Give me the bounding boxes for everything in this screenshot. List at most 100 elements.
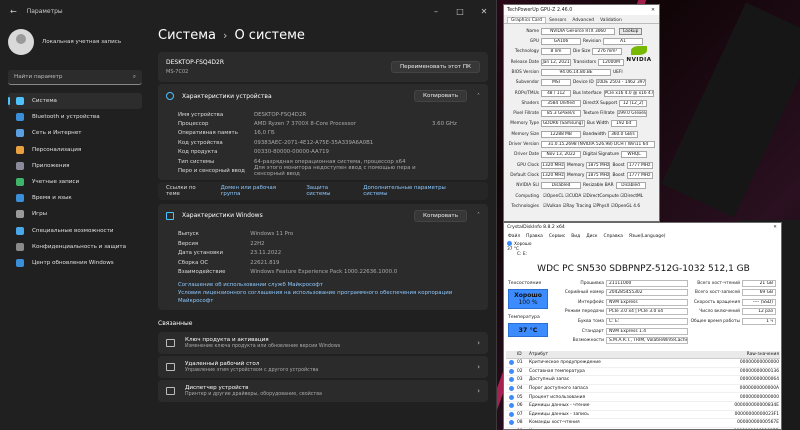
info-icon — [166, 92, 174, 100]
table-row[interactable]: 05 Процент использования 00000000000000 — [506, 393, 780, 402]
menu-item[interactable]: Правка — [526, 234, 543, 239]
network-icon — [16, 129, 24, 138]
chevron-right-icon[interactable]: › — [477, 363, 480, 371]
cdi-field-value: 21 GB — [742, 279, 776, 287]
attr-name: Единицы данных - чтение — [529, 403, 590, 409]
link-domain[interactable]: Домен или рабочая группа — [221, 185, 297, 197]
cdi-field: Стандарт NVM Express 1.4 — [552, 327, 688, 335]
related-desc: Управление этим устройством с другого ус… — [185, 367, 319, 373]
gpuz-row: Memory Type GDDR6 (Samsung) Bus Width 192 b… — [504, 119, 659, 128]
close-button[interactable]: ✕ — [769, 225, 781, 230]
table-row[interactable]: 02 Составная температура 00000000000136 — [506, 368, 780, 377]
attr-name: Доступный запас — [529, 377, 570, 383]
gpuz-value: 1875 MHz — [586, 171, 611, 179]
gpuz-value: 85.3 GPixel/s — [541, 110, 581, 118]
sidebar-item[interactable]: Учетные записи — [8, 174, 142, 190]
sidebar-item[interactable]: Персонализация — [8, 142, 142, 158]
gpuz-row: GPU GA106 Revision A1 — [504, 37, 659, 46]
ms-license-link[interactable]: Условия лицензионного соглашения на испо… — [158, 289, 458, 310]
drive-selector-1[interactable]: Хорошо 37 °C C: E: — [507, 241, 551, 261]
copy-device-specs-button[interactable]: Копировать — [414, 90, 467, 102]
table-row[interactable]: 07 Единицы данных - запись 00000000000023F… — [506, 411, 780, 420]
sidebar-item[interactable]: Центр обновления Windows — [8, 255, 142, 271]
related-item[interactable]: Диспетчер устройств Принтер и другие драй… — [158, 379, 488, 402]
copy-windows-specs-button[interactable]: Копировать — [414, 209, 467, 222]
tab-advanced[interactable]: Advanced — [569, 18, 597, 23]
tab-validation[interactable]: Validation — [597, 18, 625, 23]
sidebar-item[interactable]: Игры — [8, 206, 142, 222]
tab-sensors[interactable]: Sensors — [546, 18, 569, 23]
search-input[interactable]: Найти параметр ⌕ — [8, 70, 142, 85]
related-item[interactable]: Удаленный рабочий стол Управление этим ус… — [158, 355, 488, 378]
chevron-right-icon[interactable]: › — [477, 387, 480, 395]
minimize-button[interactable]: – — [424, 7, 448, 16]
sidebar-item[interactable]: Конфиденциальность и защита — [8, 239, 142, 255]
ms-services-link[interactable]: Соглашение об использовании служб Майкро… — [158, 281, 488, 289]
settings-titlebar: ← Параметры – □ ✕ — [0, 0, 496, 22]
gpuz-value: 1320 MHz — [541, 161, 565, 169]
menu-item[interactable]: Диск — [586, 234, 597, 239]
gpuz-row: Shaders 3584 Unified DirectX Support 12 (12… — [504, 99, 659, 108]
user-name: Локальная учетная запись — [42, 39, 122, 45]
gpuz-label: Driver Date — [514, 152, 539, 158]
gpuz-row: GPU Clock 1320 MHz Memory 1875 MHz Boost 1777… — [504, 161, 659, 170]
cdi-field-label: Число включений — [699, 309, 740, 315]
chevron-up-icon[interactable]: ˄ — [477, 93, 480, 100]
menu-item[interactable]: Язык(Language) — [629, 234, 666, 239]
menu-item[interactable]: Вид — [571, 234, 580, 239]
menu-item[interactable]: Сервис — [549, 234, 565, 239]
rename-pc-button[interactable]: Переименовать этот ПК — [390, 61, 480, 73]
table-row[interactable]: 03 Доступный запас 00000000000064 — [506, 376, 780, 385]
related-title: Удаленный рабочий стол — [185, 360, 260, 367]
sidebar-item[interactable]: Система — [8, 93, 142, 110]
cdi-field-label: Серийный номер — [564, 290, 604, 296]
sidebar-item[interactable]: Специальные возможности — [8, 223, 142, 239]
cdi-field-label: Скорость вращения — [693, 299, 740, 305]
menu-item[interactable]: Файл — [508, 234, 520, 239]
sidebar-item[interactable]: Bluetooth и устройства — [8, 109, 142, 125]
maximize-button[interactable]: □ — [448, 7, 472, 16]
drive-model: WDC PC SN530 SDBPNPZ-512G-1032 512,1 GB — [537, 264, 750, 274]
table-row[interactable]: 08 Команды хост-чтения 00000000000567E — [506, 419, 780, 428]
device-specs-header[interactable]: Характеристики устройства Копировать ˄ — [158, 84, 488, 108]
sidebar-item-label: Специальные возможности — [32, 227, 114, 234]
tab-graphics-card[interactable]: Graphics Card — [507, 17, 547, 23]
avatar — [8, 29, 34, 55]
breadcrumb-parent[interactable]: Система — [158, 28, 216, 43]
table-row[interactable]: 06 Единицы данных - чтение 000000000000834… — [506, 402, 780, 411]
lookup-button[interactable]: Lookup — [619, 28, 643, 36]
col-raw: Raw-значения — [746, 352, 779, 357]
link-system-protection[interactable]: Защита системы — [306, 185, 353, 197]
sidebar-item[interactable]: Сеть и Интернет — [8, 125, 142, 141]
back-arrow-icon[interactable]: ← — [10, 7, 17, 16]
gpuz-row: ROPs/TMUs 48 / 112 Bus Interface PCIe x16 4… — [504, 89, 659, 98]
key-icon — [166, 338, 175, 347]
gpuz-value: 199.0 GTexel/s — [616, 110, 647, 118]
gpuz-sublabel: UEFI — [613, 69, 623, 75]
gpuz-value: 276 mm² — [592, 48, 623, 56]
windows-specs-header[interactable]: Характеристики Windows Копировать ˄ — [158, 204, 488, 228]
attr-raw: 000000000000834E — [734, 403, 779, 409]
chevron-right-icon[interactable]: › — [477, 339, 480, 347]
table-row[interactable]: 01 Критическое предупреждение 000000000000… — [506, 359, 780, 368]
spec-value: DESKTOP-FSQ4D2R — [254, 111, 307, 118]
spec-label: Имя устройства — [178, 111, 224, 118]
cdi-field: Общее время работы 1 ч — [690, 317, 776, 325]
user-profile[interactable]: Локальная учетная запись — [8, 22, 150, 62]
sidebar-item[interactable]: Время и язык — [8, 190, 142, 206]
cdi-field-value: C: E: — [606, 317, 688, 325]
close-button[interactable]: ✕ — [647, 8, 659, 13]
chevron-up-icon[interactable]: ˄ — [477, 212, 480, 219]
globe-icon — [16, 194, 24, 203]
close-button[interactable]: ✕ — [472, 7, 496, 16]
related-item[interactable]: Ключ продукта и активация Изменение ключа… — [158, 331, 488, 354]
menu-item[interactable]: Справка — [604, 234, 623, 239]
spec-row: Процессор AMD Ryzen 7 3700X 8-Core Proces… — [178, 119, 488, 128]
table-row[interactable]: 04 Порог доступного запаса 0000000000000A — [506, 385, 780, 394]
gpuz-label: Memory Type — [510, 121, 539, 127]
gpuz-sublabel: Revision — [583, 39, 601, 45]
link-advanced-settings[interactable]: Дополнительные параметры системы — [363, 185, 470, 197]
cdi-field-value: PCIe 3.0 x4 | PCIe 3.0 x4 — [606, 308, 688, 316]
sidebar-item[interactable]: Приложения — [8, 158, 142, 174]
attr-name: Порог доступного запаса — [529, 386, 588, 392]
